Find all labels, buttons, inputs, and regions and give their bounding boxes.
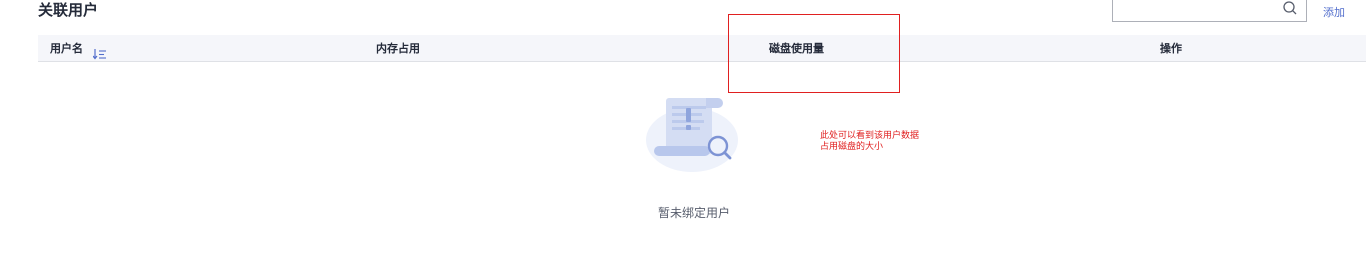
section-title: 关联用户	[38, 1, 99, 19]
search-input[interactable]	[1119, 0, 1283, 21]
search-box[interactable]	[1112, 0, 1307, 22]
search-icon[interactable]	[1282, 0, 1298, 16]
empty-state-text: 暂未绑定用户	[657, 206, 730, 220]
column-header-memory: 内存占用	[376, 42, 420, 55]
add-user-link[interactable]: 添加	[1323, 4, 1345, 20]
column-header-username[interactable]: 用户名	[50, 35, 107, 62]
related-users-panel: 关联用户 添加 用户名 内存占用 磁盘使用量 操作 此处可以看到该用户数据 占用…	[0, 0, 1366, 276]
sort-icon[interactable]	[92, 43, 107, 60]
column-header-disk-usage: 磁盘使用量	[769, 42, 824, 55]
table-header: 用户名 内存占用 磁盘使用量 操作	[38, 35, 1366, 62]
empty-document-search-icon	[640, 94, 744, 174]
column-header-actions: 操作	[1160, 42, 1182, 55]
annotation-note: 此处可以看到该用户数据 占用磁盘的大小	[820, 131, 920, 152]
column-label-username: 用户名	[50, 42, 83, 55]
